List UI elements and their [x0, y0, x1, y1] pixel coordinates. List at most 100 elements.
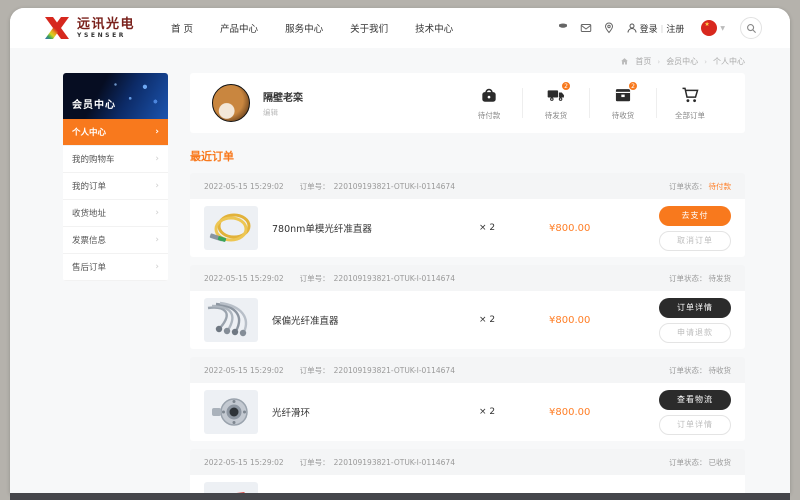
sidebar-item-my-orders[interactable]: 我的订单 ›	[63, 173, 168, 200]
mail-icon[interactable]	[580, 22, 592, 34]
product-quantity: × 2	[479, 315, 496, 325]
top-navigation-bar: 远讯光电 YSENSER 首 页 产品中心 服务中心 关于我们 技术中心 登录 …	[10, 8, 790, 48]
nav-about[interactable]: 关于我们	[350, 21, 388, 35]
order-number: 220109193821-OTUK-I-0114674	[333, 181, 455, 191]
order-status: 订单状态： 已收货	[669, 457, 731, 468]
avatar[interactable]	[212, 84, 250, 122]
cancel-order-button[interactable]: 取消订单	[659, 230, 731, 251]
order-status-value: 待付款	[708, 181, 732, 191]
stat-pending-shipment[interactable]: 2 待发货	[523, 81, 589, 121]
product-quantity: × 2	[479, 223, 496, 233]
product-image-fiber-slip-ring	[204, 390, 258, 434]
refund-request-button[interactable]: 申请退款	[659, 322, 731, 343]
product-price: ¥800.00	[549, 314, 591, 326]
order-card: 2022-05-15 15:29:02 订单号： 220109193821-OT…	[190, 173, 745, 257]
breadcrumb-member-center[interactable]: 会员中心	[666, 56, 698, 67]
nav-services[interactable]: 服务中心	[285, 21, 323, 35]
wallet-icon	[482, 88, 496, 102]
login-link[interactable]: 登录	[640, 22, 658, 35]
order-date: 2022-05-15 15:29:02	[204, 457, 284, 467]
order-status: 订单状态： 待付款	[669, 181, 731, 192]
user-name: 隔壁老栾	[263, 92, 303, 104]
order-header: 2022-05-15 15:29:02 订单号： 220109193821-OT…	[190, 357, 745, 383]
home-icon	[621, 58, 629, 65]
breadcrumb-sep: ›	[704, 57, 707, 66]
sidebar-item-cart[interactable]: 我的购物车 ›	[63, 146, 168, 173]
profile-card: 隔壁老栾 编辑 待付款 2 待发货 2 待收货 全部订单	[190, 73, 745, 133]
product-name[interactable]: 保偏光纤准直器	[272, 313, 479, 327]
sidebar-banner: 会员中心	[63, 73, 168, 119]
sidebar-item-invoice[interactable]: 发票信息 ›	[63, 227, 168, 254]
phone-icon[interactable]	[557, 22, 569, 34]
product-name[interactable]: 780nm单模光纤准直器	[272, 221, 479, 235]
stat-pending-receipt[interactable]: 2 待收货	[590, 81, 656, 121]
order-card: 2022-05-15 15:29:02 订单号： 220109193821-OT…	[190, 357, 745, 441]
main-nav: 首 页 产品中心 服务中心 关于我们 技术中心	[171, 21, 453, 35]
order-no-label: 订单号：	[299, 457, 330, 467]
member-sidebar: 会员中心 个人中心 › 我的购物车 › 我的订单 › 收货地址 › 发票信息 ›	[63, 73, 168, 281]
order-stats: 待付款 2 待发货 2 待收货 全部订单	[456, 81, 723, 121]
chevron-right-icon: ›	[155, 181, 159, 191]
order-detail-button[interactable]: 订单详情	[659, 297, 731, 318]
user-icon	[627, 23, 637, 33]
sidebar-item-label: 个人中心	[72, 128, 107, 138]
stat-pending-payment[interactable]: 待付款	[456, 85, 522, 121]
order-header: 2022-05-15 15:29:02 订单号： 220109193821-OT…	[190, 265, 745, 291]
order-header: 2022-05-15 15:29:02 订单号： 220109193821-OT…	[190, 173, 745, 199]
breadcrumb-sep: ›	[657, 57, 661, 66]
sidebar-item-label: 我的订单	[72, 182, 107, 192]
stat-label: 待付款	[477, 111, 501, 120]
order-status: 订单状态： 待发货	[669, 273, 731, 284]
nav-home[interactable]: 首 页	[171, 21, 193, 35]
badge-count: 2	[628, 81, 638, 91]
stat-label: 待发货	[544, 111, 568, 120]
product-quantity: × 2	[479, 407, 496, 417]
china-flag-icon: ★	[701, 20, 718, 36]
order-status: 订单状态： 待收货	[669, 365, 731, 376]
edit-profile-link[interactable]: 编辑	[263, 107, 303, 118]
order-status-label: 订单状态：	[669, 457, 707, 467]
sidebar-item-label: 售后订单	[72, 263, 107, 273]
sidebar-item-label: 发票信息	[72, 236, 107, 246]
brand-logo[interactable]: 远讯光电 YSENSER	[44, 16, 135, 40]
product-image-led-light-source	[204, 482, 258, 493]
window-bottom-band	[10, 493, 790, 500]
search-button[interactable]	[740, 17, 762, 39]
product-price: ¥800.00	[549, 406, 591, 418]
sidebar-item-label: 收货地址	[72, 209, 107, 219]
brand-name-cn: 远讯光电	[77, 16, 136, 32]
chevron-right-icon: ›	[155, 235, 159, 245]
login-register: 登录 | 注册	[626, 22, 684, 35]
chevron-right-icon: ›	[155, 154, 159, 164]
chevron-right-icon: ›	[155, 262, 159, 272]
order-date: 2022-05-15 15:29:02	[204, 273, 284, 283]
order-status-value: 待收货	[708, 365, 732, 375]
browser-window: 远讯光电 YSENSER 首 页 产品中心 服务中心 关于我们 技术中心 登录 …	[10, 8, 790, 493]
badge-count: 2	[561, 81, 571, 91]
register-link[interactable]: 注册	[666, 22, 684, 35]
chevron-down-icon: ▼	[720, 24, 725, 32]
product-image-pm-collimator	[204, 298, 258, 342]
nav-products[interactable]: 产品中心	[220, 21, 258, 35]
order-number: 220109193821-OTUK-I-0114674	[333, 273, 455, 283]
sidebar-item-after-sales[interactable]: 售后订单 ›	[63, 254, 168, 281]
order-detail-button[interactable]: 订单详情	[659, 414, 731, 435]
nav-tech[interactable]: 技术中心	[415, 21, 453, 35]
order-status-label: 订单状态：	[669, 273, 707, 283]
order-row: 保偏光纤准直器 × 2 ¥800.00 订单详情 申请退款	[190, 291, 745, 349]
product-name[interactable]: 光纤滑环	[272, 405, 479, 419]
order-status-value: 已收货	[708, 457, 732, 467]
track-logistics-button[interactable]: 查看物流	[659, 389, 731, 410]
sidebar-item-label: 我的购物车	[72, 155, 115, 165]
sidebar-item-personal-center[interactable]: 个人中心 ›	[63, 119, 168, 146]
location-icon[interactable]	[603, 22, 615, 34]
breadcrumb-home[interactable]: 首页	[635, 56, 651, 67]
pay-button[interactable]: 去支付	[659, 205, 731, 226]
stat-all-orders[interactable]: 全部订单	[657, 85, 723, 121]
product-image-fiber-collimator	[204, 206, 258, 250]
order-number: 220109193821-OTUK-I-0114674	[333, 457, 455, 467]
order-header: 2022-05-15 15:29:02 订单号： 220109193821-OT…	[190, 449, 745, 475]
language-selector[interactable]: ★ ▼	[701, 20, 725, 36]
order-date: 2022-05-15 15:29:02	[204, 181, 284, 191]
sidebar-item-address[interactable]: 收货地址 ›	[63, 200, 168, 227]
